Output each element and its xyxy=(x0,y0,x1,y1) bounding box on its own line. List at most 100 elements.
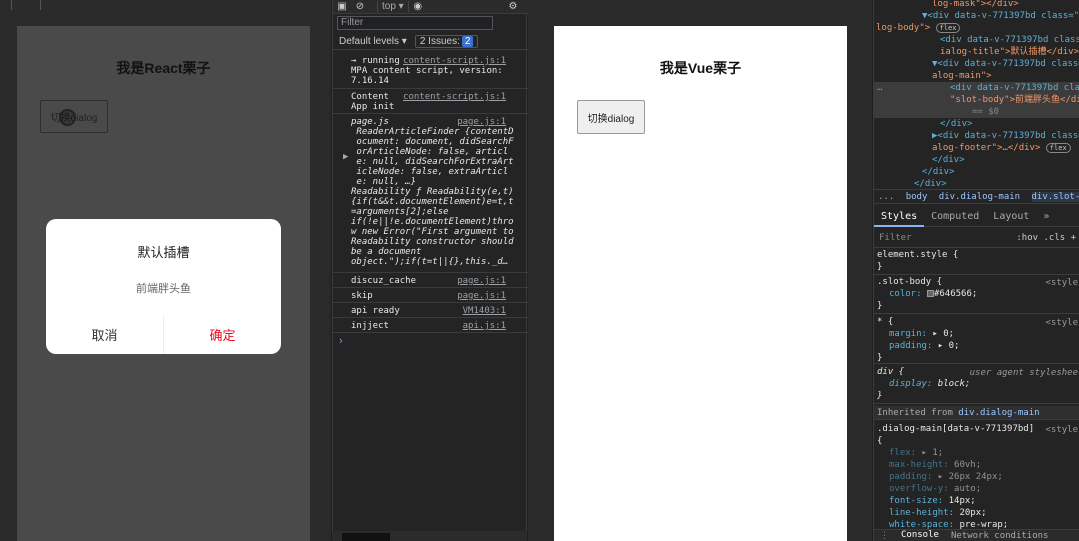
rule-declaration[interactable]: padding: ▸ 26px 24px; xyxy=(877,471,1079,483)
cancel-button[interactable]: 取消 xyxy=(46,315,164,354)
style-rule-element: element.style { } xyxy=(874,249,1079,275)
rule-declaration[interactable]: line-height: 20px; xyxy=(877,507,1079,519)
styles-tools[interactable]: :hov .cls + xyxy=(1016,232,1076,244)
dom-line-text: ialog-title">默认插槽</div> xyxy=(940,47,1079,57)
flex-badge[interactable]: flex xyxy=(1045,143,1071,153)
sidebar-toggle-icon[interactable]: ▣ xyxy=(333,0,351,14)
prop-value: 60vh; xyxy=(954,460,982,470)
breadcrumb-item[interactable]: div.dialog-main xyxy=(939,192,1020,202)
log-message: api ready xyxy=(351,306,400,316)
clear-console-icon[interactable]: ⊘ xyxy=(351,0,369,14)
dom-line-text: </div> xyxy=(922,167,955,177)
dom-line-text: <div data-v-771397bd clas xyxy=(950,83,1079,93)
dom-line-selected[interactable]: … <div data-v-771397bd clas "slot-body">… xyxy=(874,82,1079,118)
console-log-entry: → running MPA content script, version: 7… xyxy=(333,53,528,89)
dom-line[interactable]: ▼<div data-v-771397bd class="d xyxy=(874,10,1079,22)
rule-declaration[interactable]: max-height: 60vh; xyxy=(877,459,1079,471)
dialog-footer: 取消 确定 xyxy=(46,315,281,354)
dom-line-text: alog-footer">…</div> xyxy=(932,143,1041,153)
prop-name: max-height: xyxy=(889,460,949,470)
tab-layout[interactable]: Layout xyxy=(986,207,1036,227)
breadcrumb-item[interactable]: body xyxy=(906,192,928,202)
prop-name: line-height: xyxy=(889,508,955,518)
console-log-entry: skip page.js:1 xyxy=(333,288,528,303)
tab-computed[interactable]: Computed xyxy=(924,207,986,227)
ellipsis-icon: … xyxy=(877,83,883,93)
rule-declaration[interactable]: margin: ▸ 0; xyxy=(877,328,1079,340)
prop-value: ▸ 0; xyxy=(932,329,955,339)
log-source-link[interactable]: api.js:1 xyxy=(463,321,506,331)
flex-badge[interactable]: flex xyxy=(935,23,961,33)
rule-origin[interactable]: <style xyxy=(1045,277,1078,289)
rule-declaration[interactable]: flex: ▸ 1; xyxy=(877,447,1079,459)
console-log-entry: Content App init content-script.js:1 xyxy=(333,89,528,114)
breadcrumb-item[interactable]: ... xyxy=(878,192,894,202)
color-swatch-icon[interactable] xyxy=(926,290,934,297)
log-source-link[interactable]: page.js:1 xyxy=(457,291,506,301)
rule-close: } xyxy=(877,301,883,311)
dom-line[interactable]: </div> xyxy=(874,154,1079,166)
prop-name: color: xyxy=(889,289,922,299)
console-log-entry: discuz_cache page.js:1 xyxy=(333,273,528,288)
inherited-label: Inherited from xyxy=(877,408,953,418)
dom-line[interactable]: ▶<div data-v-771397bd class= xyxy=(874,130,1079,142)
rule-declaration[interactable]: padding: ▸ 0; xyxy=(877,340,1079,352)
console-levels-bar: Default levels ▾ 2 Issues: 2 xyxy=(333,33,528,50)
drawer-tab-network-conditions[interactable]: Network conditions xyxy=(945,530,1055,541)
prop-value: ▸ 26px 24px; xyxy=(937,472,1003,482)
inherited-link[interactable]: div.dialog-main xyxy=(958,408,1039,418)
log-source-link[interactable]: content-script.js:1 xyxy=(403,92,506,102)
drawer-menu-icon[interactable]: ⋮ xyxy=(874,530,895,541)
rule-origin[interactable]: <style xyxy=(1045,424,1078,436)
dom-line[interactable]: alog-footer">…</div> flex xyxy=(874,142,1079,154)
dom-line[interactable]: </div> xyxy=(874,166,1079,178)
prop-value: block; xyxy=(937,379,971,389)
expand-arrow-icon[interactable]: ▶ xyxy=(343,152,348,162)
console-prompt-input[interactable]: › xyxy=(339,335,343,347)
dom-line[interactable]: log-mask"></div> xyxy=(874,0,1079,10)
dom-line[interactable]: ialog-title">默认插槽</div> xyxy=(874,46,1079,58)
breadcrumb-item-current[interactable]: div.slot-body xyxy=(1031,192,1079,202)
dom-line[interactable]: ▼<div data-v-771397bd class= xyxy=(874,58,1079,70)
log-source-link[interactable]: VM1403:1 xyxy=(463,306,506,316)
rule-declaration[interactable]: color: #646566; xyxy=(877,288,1079,300)
style-rule-slot-body: .slot-body { <style color: #646566; } xyxy=(874,276,1079,314)
issues-button[interactable]: 2 Issues: 2 xyxy=(414,34,479,48)
dom-line[interactable]: </div> xyxy=(874,118,1079,130)
styles-filter-input[interactable]: Filter xyxy=(879,232,912,244)
eye-icon[interactable]: ◉ xyxy=(409,0,427,14)
dom-line[interactable]: </div> xyxy=(874,178,1079,189)
console-log-entry: ▶ page.js ReaderArticleFinder {contentD … xyxy=(333,114,528,273)
page-title: 我是React栗子 xyxy=(116,60,211,76)
log-source-link[interactable]: page.js:1 xyxy=(457,117,506,127)
rule-origin: user agent styleshee xyxy=(969,368,1078,378)
tab-styles[interactable]: Styles xyxy=(874,207,925,227)
dom-line[interactable]: log-body"> flex xyxy=(874,22,1079,34)
drawer-tabs: ⋮ Console Network conditions xyxy=(874,529,1079,541)
tab-more[interactable]: » xyxy=(1036,207,1056,227)
rule-declaration[interactable]: font-size: 14px; xyxy=(877,495,1079,507)
dom-line[interactable]: <div data-v-771397bd class= xyxy=(874,34,1079,46)
confirm-button[interactable]: 确定 xyxy=(164,315,281,354)
console-filter-input[interactable]: Filter xyxy=(337,16,493,30)
log-source-link[interactable]: page.js:1 xyxy=(457,276,506,286)
dom-line[interactable]: alog-main"> xyxy=(874,70,1079,82)
rule-declaration[interactable]: overflow-y: auto; xyxy=(877,483,1079,495)
dialog-title: 默认插槽 xyxy=(137,245,190,260)
react-page: 我是React栗子 切换dialog 默认插槽 前端胖头鱼 取消 确定 xyxy=(17,26,310,541)
prop-name: padding: xyxy=(889,341,933,351)
style-rule-universal: * { <style margin: ▸ 0; padding: ▸ 0; } xyxy=(874,316,1079,364)
toggle-dialog-button[interactable]: 切换dialog xyxy=(577,100,645,134)
gear-icon[interactable]: ⚙ xyxy=(504,0,522,14)
drawer-active-tab[interactable] xyxy=(342,533,390,541)
dom-line-text: </div> xyxy=(940,119,973,129)
drawer-tab-console[interactable]: Console xyxy=(895,529,945,541)
rule-declaration: display: block; xyxy=(877,378,1079,390)
default-levels-dropdown[interactable]: Default levels ▾ xyxy=(333,36,407,47)
rule-origin[interactable]: <style xyxy=(1045,317,1078,329)
log-message: page.js ReaderArticleFinder {contentD oc… xyxy=(351,117,514,267)
style-rule-dialog-main: .dialog-main[data-v-771397bd] <style { f… xyxy=(874,423,1079,530)
prop-value: #646566; xyxy=(933,289,978,299)
log-source-link[interactable]: content-script.js:1 xyxy=(403,56,506,66)
context-selector[interactable]: top ▾ xyxy=(377,1,409,12)
